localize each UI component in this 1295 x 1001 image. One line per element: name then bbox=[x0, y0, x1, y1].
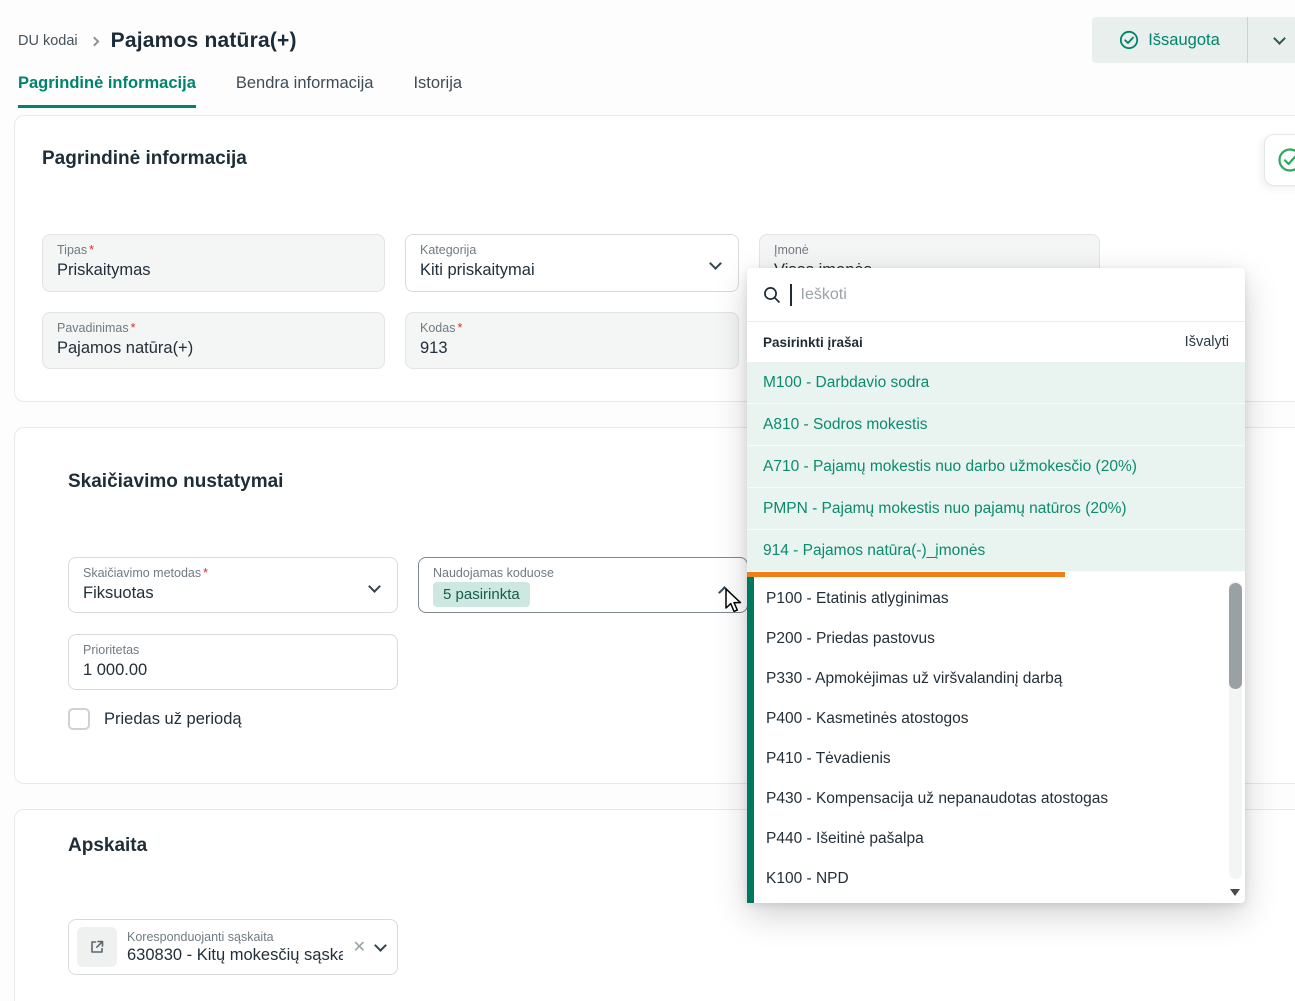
section-title-calc: Skaičiavimo nustatymai bbox=[68, 471, 283, 493]
list-item[interactable]: A710 - Pajamų mokestis nuo darbo užmokes… bbox=[747, 446, 1245, 488]
required-asterisk: * bbox=[131, 321, 136, 335]
required-asterisk: * bbox=[89, 243, 94, 257]
chevron-down-icon bbox=[1273, 32, 1286, 45]
list-item[interactable]: A810 - Sodros mokestis bbox=[747, 404, 1245, 446]
list-item[interactable]: PMPN - Pajamų mokestis nuo pajamų natūro… bbox=[747, 488, 1245, 530]
field-value: Fiksuotas bbox=[83, 584, 383, 603]
field-tipas: Tipas* Priskaitymas bbox=[42, 234, 385, 292]
selection-count-badge: 5 pasirinkta bbox=[433, 582, 530, 607]
field-pavadinimas[interactable]: Pavadinimas* Pajamos natūra(+) bbox=[42, 312, 385, 369]
field-value: 913 bbox=[420, 339, 724, 358]
dropdown-header: Pasirinkti įrašai Išvalyti bbox=[747, 322, 1245, 362]
dropdown-search-row bbox=[747, 268, 1245, 322]
tab-pagrindine-informacija[interactable]: Pagrindinė informacija bbox=[18, 74, 196, 108]
clear-selected-button[interactable]: Išvalyti bbox=[1185, 334, 1229, 350]
saved-split-button: Išsaugota bbox=[1092, 17, 1295, 63]
chevron-right-icon bbox=[89, 37, 99, 47]
required-asterisk: * bbox=[457, 321, 462, 335]
scrollbar-down-arrow[interactable] bbox=[1230, 889, 1240, 896]
priedas-checkbox[interactable] bbox=[68, 708, 90, 730]
field-value: Pajamos natūra(+) bbox=[57, 339, 370, 358]
list-item[interactable]: P430 - Kompensacija už nepanaudotas atos… bbox=[747, 779, 1225, 819]
field-label: Kategorija bbox=[420, 243, 724, 257]
field-label: Skaičiavimo metodas* bbox=[83, 566, 383, 580]
field-label: Pavadinimas* bbox=[57, 321, 370, 335]
field-value: Kiti priskaitymai bbox=[420, 261, 724, 280]
required-asterisk: * bbox=[203, 566, 208, 580]
selected-header-label: Pasirinkti įrašai bbox=[763, 335, 863, 350]
saved-label: Išsaugota bbox=[1148, 31, 1220, 50]
field-value: 630830 - Kitų mokesčių sąskaita bbox=[127, 946, 343, 965]
field-naudojamas-koduose[interactable]: Naudojamas koduose 5 pasirinkta bbox=[418, 557, 748, 613]
page: DU kodai Pajamos natūra(+) Išsaugota Pag… bbox=[0, 0, 1295, 1001]
list-item[interactable]: 914 - Pajamos natūra(-)_įmonės bbox=[747, 530, 1245, 572]
valid-check-circle-icon bbox=[1277, 147, 1295, 173]
field-label: Prioritetas bbox=[83, 643, 383, 657]
list-item[interactable]: P410 - Tėvadienis bbox=[747, 739, 1225, 779]
list-item[interactable]: P440 - Išeitinė pašalpa bbox=[747, 819, 1225, 859]
field-kodas[interactable]: Kodas* 913 bbox=[405, 312, 739, 369]
field-label: Įmonė bbox=[774, 243, 1085, 257]
options-items: P100 - Etatinis atlyginimasP200 - Prieda… bbox=[747, 579, 1225, 899]
saved-button[interactable]: Išsaugota bbox=[1092, 17, 1247, 63]
clear-x-icon[interactable]: ✕ bbox=[353, 937, 366, 957]
field-koresponduojanti-saskaita[interactable]: Koresponduojanti sąskaita 630830 - Kitų … bbox=[68, 919, 398, 975]
tab-bar: Pagrindinė informacija Bendra informacij… bbox=[18, 74, 462, 108]
external-link-icon bbox=[89, 939, 105, 955]
options-list: P100 - Etatinis atlyginimasP200 - Prieda… bbox=[747, 577, 1245, 903]
field-label: Naudojamas koduose bbox=[433, 566, 733, 580]
list-item[interactable]: K100 - NPD bbox=[747, 859, 1225, 899]
field-prioritetas[interactable]: Prioritetas 1 000.00 bbox=[68, 634, 398, 690]
section-title-main: Pagrindinė informacija bbox=[42, 148, 247, 170]
tab-istorija[interactable]: Istorija bbox=[413, 74, 462, 108]
field-kategorija[interactable]: Kategorija Kiti priskaitymai bbox=[405, 234, 739, 292]
saved-status-panel bbox=[1264, 134, 1295, 186]
breadcrumb-section[interactable]: DU kodai bbox=[18, 33, 78, 49]
section-title-apskaita: Apskaita bbox=[68, 835, 147, 857]
field-label: Kodas* bbox=[420, 321, 724, 335]
list-item[interactable]: P100 - Etatinis atlyginimas bbox=[747, 579, 1225, 619]
field-text: Koresponduojanti sąskaita 630830 - Kitų … bbox=[127, 930, 343, 965]
selected-items-list: M100 - Darbdavio sodraA810 - Sodros moke… bbox=[747, 362, 1245, 572]
page-title: Pajamos natūra(+) bbox=[111, 29, 297, 53]
list-item[interactable]: P200 - Priedas pastovus bbox=[747, 619, 1225, 659]
text-caret bbox=[790, 284, 792, 306]
list-item[interactable]: P330 - Apmokėjimas už viršvalandinį darb… bbox=[747, 659, 1225, 699]
scrollbar-thumb[interactable] bbox=[1229, 583, 1242, 689]
field-skaiciavimo-metodas[interactable]: Skaičiavimo metodas* Fiksuotas bbox=[68, 557, 398, 613]
breadcrumb: DU kodai Pajamos natūra(+) bbox=[18, 20, 297, 62]
check-circle-icon bbox=[1119, 30, 1139, 50]
tab-bendra-informacija[interactable]: Bendra informacija bbox=[236, 74, 374, 108]
search-icon bbox=[763, 286, 781, 304]
chevron-up-icon[interactable] bbox=[718, 586, 731, 599]
checkbox-label: Priedas už periodą bbox=[104, 710, 242, 729]
field-label: Tipas* bbox=[57, 243, 370, 257]
list-item[interactable]: P400 - Kasmetinės atostogos bbox=[747, 699, 1225, 739]
priedas-checkbox-row: Priedas už periodą bbox=[68, 708, 242, 730]
open-account-button[interactable] bbox=[77, 927, 117, 967]
chevron-down-icon[interactable] bbox=[374, 939, 387, 952]
field-value: Priskaitymas bbox=[57, 261, 370, 280]
field-value: 1 000.00 bbox=[83, 661, 383, 680]
field-label: Koresponduojanti sąskaita bbox=[127, 930, 343, 944]
codes-dropdown: Pasirinkti įrašai Išvalyti M100 - Darbda… bbox=[747, 268, 1245, 903]
search-input[interactable] bbox=[801, 286, 1230, 304]
list-item[interactable]: M100 - Darbdavio sodra bbox=[747, 362, 1245, 404]
saved-menu-button[interactable] bbox=[1248, 17, 1295, 63]
